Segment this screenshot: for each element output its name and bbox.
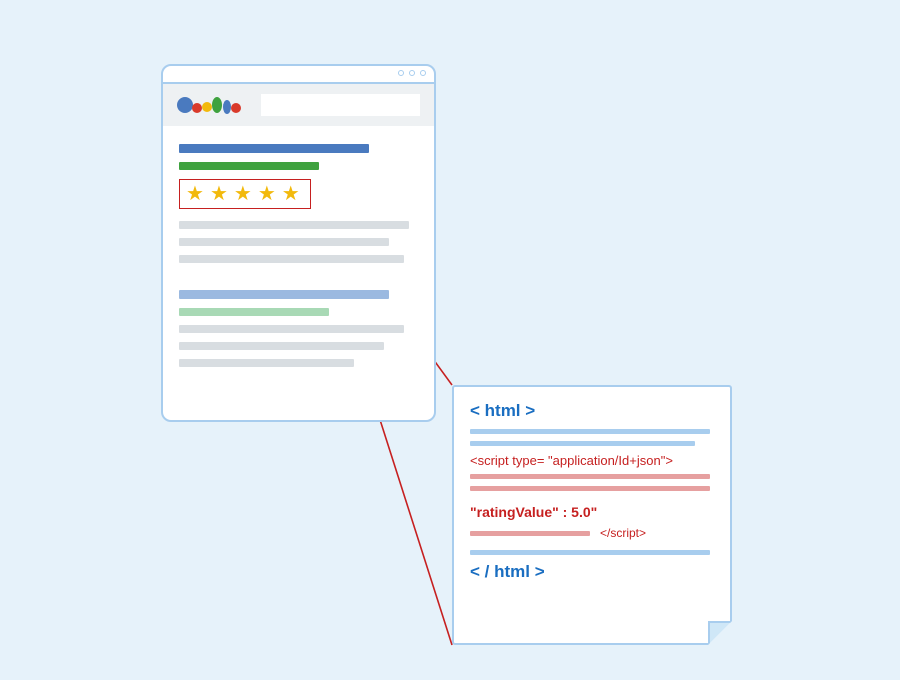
browser-window: ★ ★ ★ ★ ★ bbox=[161, 64, 436, 422]
callout-lines bbox=[0, 0, 900, 680]
code-line bbox=[470, 441, 695, 446]
code-page: < html > <script type= "application/Id+j… bbox=[452, 385, 732, 645]
browser-toolbar bbox=[163, 84, 434, 126]
window-dot bbox=[409, 70, 415, 76]
code-line bbox=[470, 474, 710, 479]
rating-highlight-box: ★ ★ ★ ★ ★ bbox=[179, 179, 311, 209]
rating-value-line: "ratingValue" : 5.0" bbox=[470, 504, 714, 520]
result-title bbox=[179, 290, 389, 299]
star-icon: ★ bbox=[186, 184, 204, 204]
page-dogear bbox=[708, 621, 732, 645]
result-desc-line bbox=[179, 221, 409, 229]
star-icon: ★ bbox=[210, 184, 228, 204]
window-controls bbox=[398, 70, 426, 76]
script-close-tag: </script> bbox=[600, 526, 646, 540]
code-line bbox=[470, 531, 590, 536]
search-input[interactable] bbox=[261, 94, 420, 116]
script-open-tag: <script type= "application/Id+json"> bbox=[470, 453, 714, 468]
result-desc-line bbox=[179, 342, 384, 350]
result-title bbox=[179, 144, 369, 153]
window-dot bbox=[420, 70, 426, 76]
result-url bbox=[179, 162, 319, 170]
star-icon: ★ bbox=[282, 184, 300, 204]
result-desc-line bbox=[179, 359, 354, 367]
result-desc-line bbox=[179, 255, 404, 263]
window-titlebar bbox=[163, 66, 434, 84]
rating-snippet: ★ ★ ★ ★ ★ bbox=[179, 179, 418, 209]
result-url bbox=[179, 308, 329, 316]
star-icon: ★ bbox=[234, 184, 252, 204]
star-icon: ★ bbox=[258, 184, 276, 204]
search-results: ★ ★ ★ ★ ★ bbox=[163, 126, 434, 367]
result-desc-line bbox=[179, 238, 389, 246]
html-open-tag: < html > bbox=[470, 401, 714, 421]
code-line bbox=[470, 486, 710, 491]
window-dot bbox=[398, 70, 404, 76]
html-close-tag: < / html > bbox=[470, 562, 714, 582]
google-logo bbox=[177, 93, 247, 117]
code-line bbox=[470, 550, 710, 555]
code-line bbox=[470, 429, 710, 434]
result-desc-line bbox=[179, 325, 404, 333]
